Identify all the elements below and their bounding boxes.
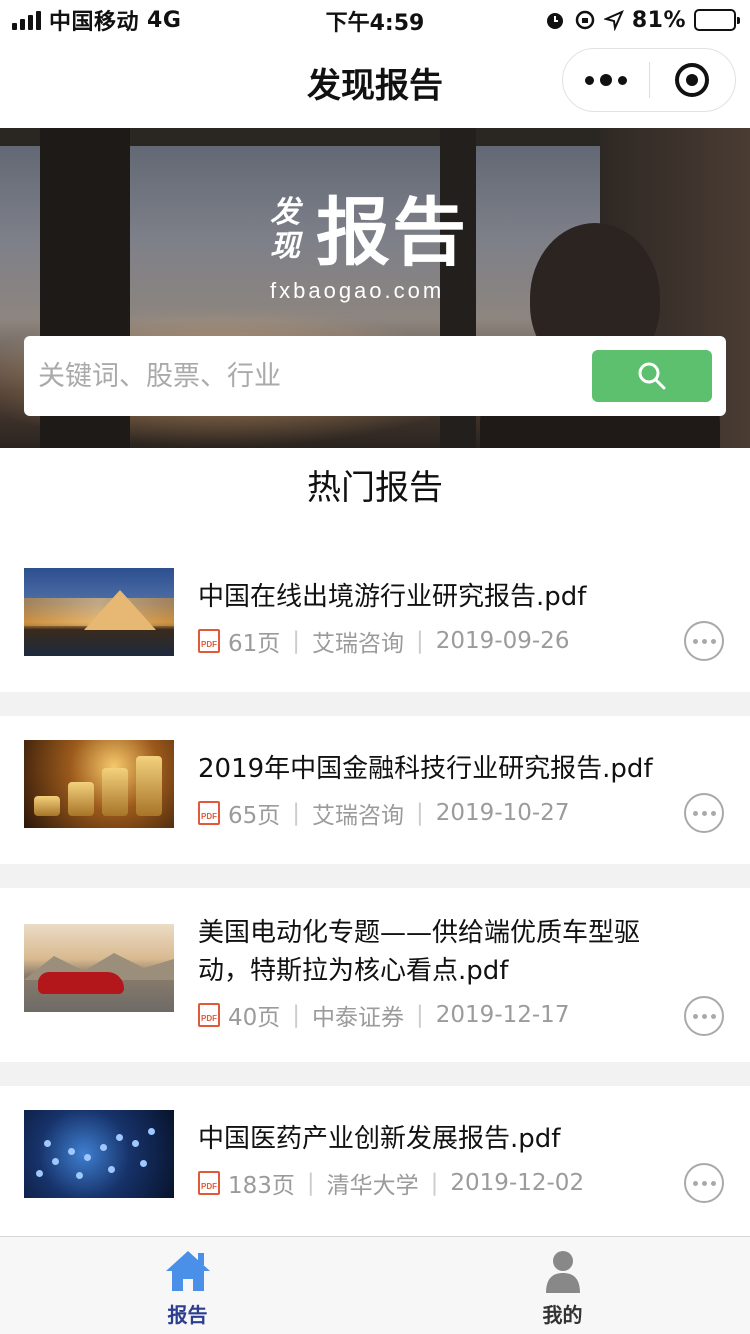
nav-bar: 发现报告 xyxy=(0,40,750,128)
report-more-button[interactable] xyxy=(684,621,724,661)
red-car-image xyxy=(24,924,174,1012)
report-list: 中国在线出境游行业研究报告.pdf PDF 61页 | 艾瑞咨询 | 2019-… xyxy=(0,544,750,1236)
report-meta: PDF 61页 | 艾瑞咨询 | 2019-09-26 xyxy=(198,626,570,657)
report-source: 中泰证券 xyxy=(312,1005,405,1031)
user-icon xyxy=(545,1251,580,1293)
report-pages: 61页 xyxy=(228,631,281,657)
report-card[interactable]: 中国医药产业创新发展报告.pdf PDF 183页 | 清华大学 | 2019-… xyxy=(0,1086,750,1236)
report-title: 中国在线出境游行业研究报告.pdf xyxy=(198,582,587,612)
rotation-lock-icon xyxy=(575,10,595,30)
status-right: 81% xyxy=(544,5,740,35)
tab-label: 报告 xyxy=(167,1303,208,1327)
miniprogram-capsule xyxy=(562,48,736,112)
search-bar xyxy=(24,336,726,416)
report-pages: 183页 xyxy=(228,1173,295,1199)
battery-percent: 81% xyxy=(631,7,686,33)
pdf-icon: PDF xyxy=(198,801,220,825)
report-title: 中国医药产业创新发展报告.pdf xyxy=(198,1124,561,1154)
report-date: 2019-10-27 xyxy=(435,800,570,826)
alarm-icon xyxy=(546,13,563,29)
report-meta: PDF 183页 | 清华大学 | 2019-12-02 xyxy=(198,1168,585,1199)
report-meta: PDF 65页 | 艾瑞咨询 | 2019-10-27 xyxy=(198,798,570,829)
search-button[interactable] xyxy=(592,350,712,402)
report-date: 2019-12-17 xyxy=(435,1002,570,1028)
search-icon xyxy=(638,362,666,390)
report-more-button[interactable] xyxy=(684,793,724,833)
report-card[interactable]: 2019年中国金融科技行业研究报告.pdf PDF 65页 | 艾瑞咨询 | 2… xyxy=(0,716,750,864)
pdf-icon: PDF xyxy=(198,1003,220,1027)
gold-coins-image xyxy=(24,740,174,828)
report-source: 艾瑞咨询 xyxy=(312,803,405,829)
report-card[interactable]: 中国在线出境游行业研究报告.pdf PDF 61页 | 艾瑞咨询 | 2019-… xyxy=(0,544,750,692)
report-pages: 40页 xyxy=(228,1005,281,1031)
close-miniprogram-button[interactable] xyxy=(650,49,736,111)
battery-icon xyxy=(694,9,740,31)
report-source: 艾瑞咨询 xyxy=(312,631,405,657)
status-bar: 中国移动 4G 下午4:59 81% xyxy=(0,0,750,40)
location-icon xyxy=(603,10,624,31)
report-pages: 65页 xyxy=(228,803,281,829)
report-source: 清华大学 xyxy=(326,1173,419,1199)
tab-mine[interactable]: 我的 xyxy=(375,1237,750,1334)
louvre-pyramid-image xyxy=(24,568,174,656)
dna-helix-image xyxy=(24,1110,174,1198)
tab-reports[interactable]: 报告 xyxy=(0,1237,375,1334)
report-more-button[interactable] xyxy=(684,1163,724,1203)
section-title: 热门报告 xyxy=(307,468,443,508)
report-card[interactable]: 美国电动化专题——供给端优质车型驱动，特斯拉为核心看点.pdf PDF 40页 … xyxy=(0,888,750,1062)
target-icon xyxy=(675,63,710,97)
report-date: 2019-09-26 xyxy=(435,628,570,654)
report-meta: PDF 40页 | 中泰证券 | 2019-12-17 xyxy=(198,1000,570,1031)
report-title: 2019年中国金融科技行业研究报告.pdf xyxy=(198,754,653,784)
tab-bar: 报告 我的 xyxy=(0,1236,750,1334)
tab-label: 我的 xyxy=(542,1303,583,1327)
brand-domain: fxbaogao.com xyxy=(270,278,445,303)
pdf-icon: PDF xyxy=(198,1171,220,1195)
more-menu-button[interactable] xyxy=(563,49,649,111)
home-icon xyxy=(165,1251,210,1291)
app-page: 中国移动 4G 下午4:59 81% 发现报告 发现 报告 fxbaogao.c… xyxy=(0,0,750,1334)
report-more-button[interactable] xyxy=(684,996,724,1036)
report-title: 美国电动化专题——供给端优质车型驱动，特斯拉为核心看点.pdf xyxy=(198,918,641,986)
report-date: 2019-12-02 xyxy=(450,1170,585,1196)
pdf-icon: PDF xyxy=(198,629,220,653)
search-input[interactable] xyxy=(38,336,578,416)
hero-banner: 发现 报告 fxbaogao.com xyxy=(0,128,750,448)
